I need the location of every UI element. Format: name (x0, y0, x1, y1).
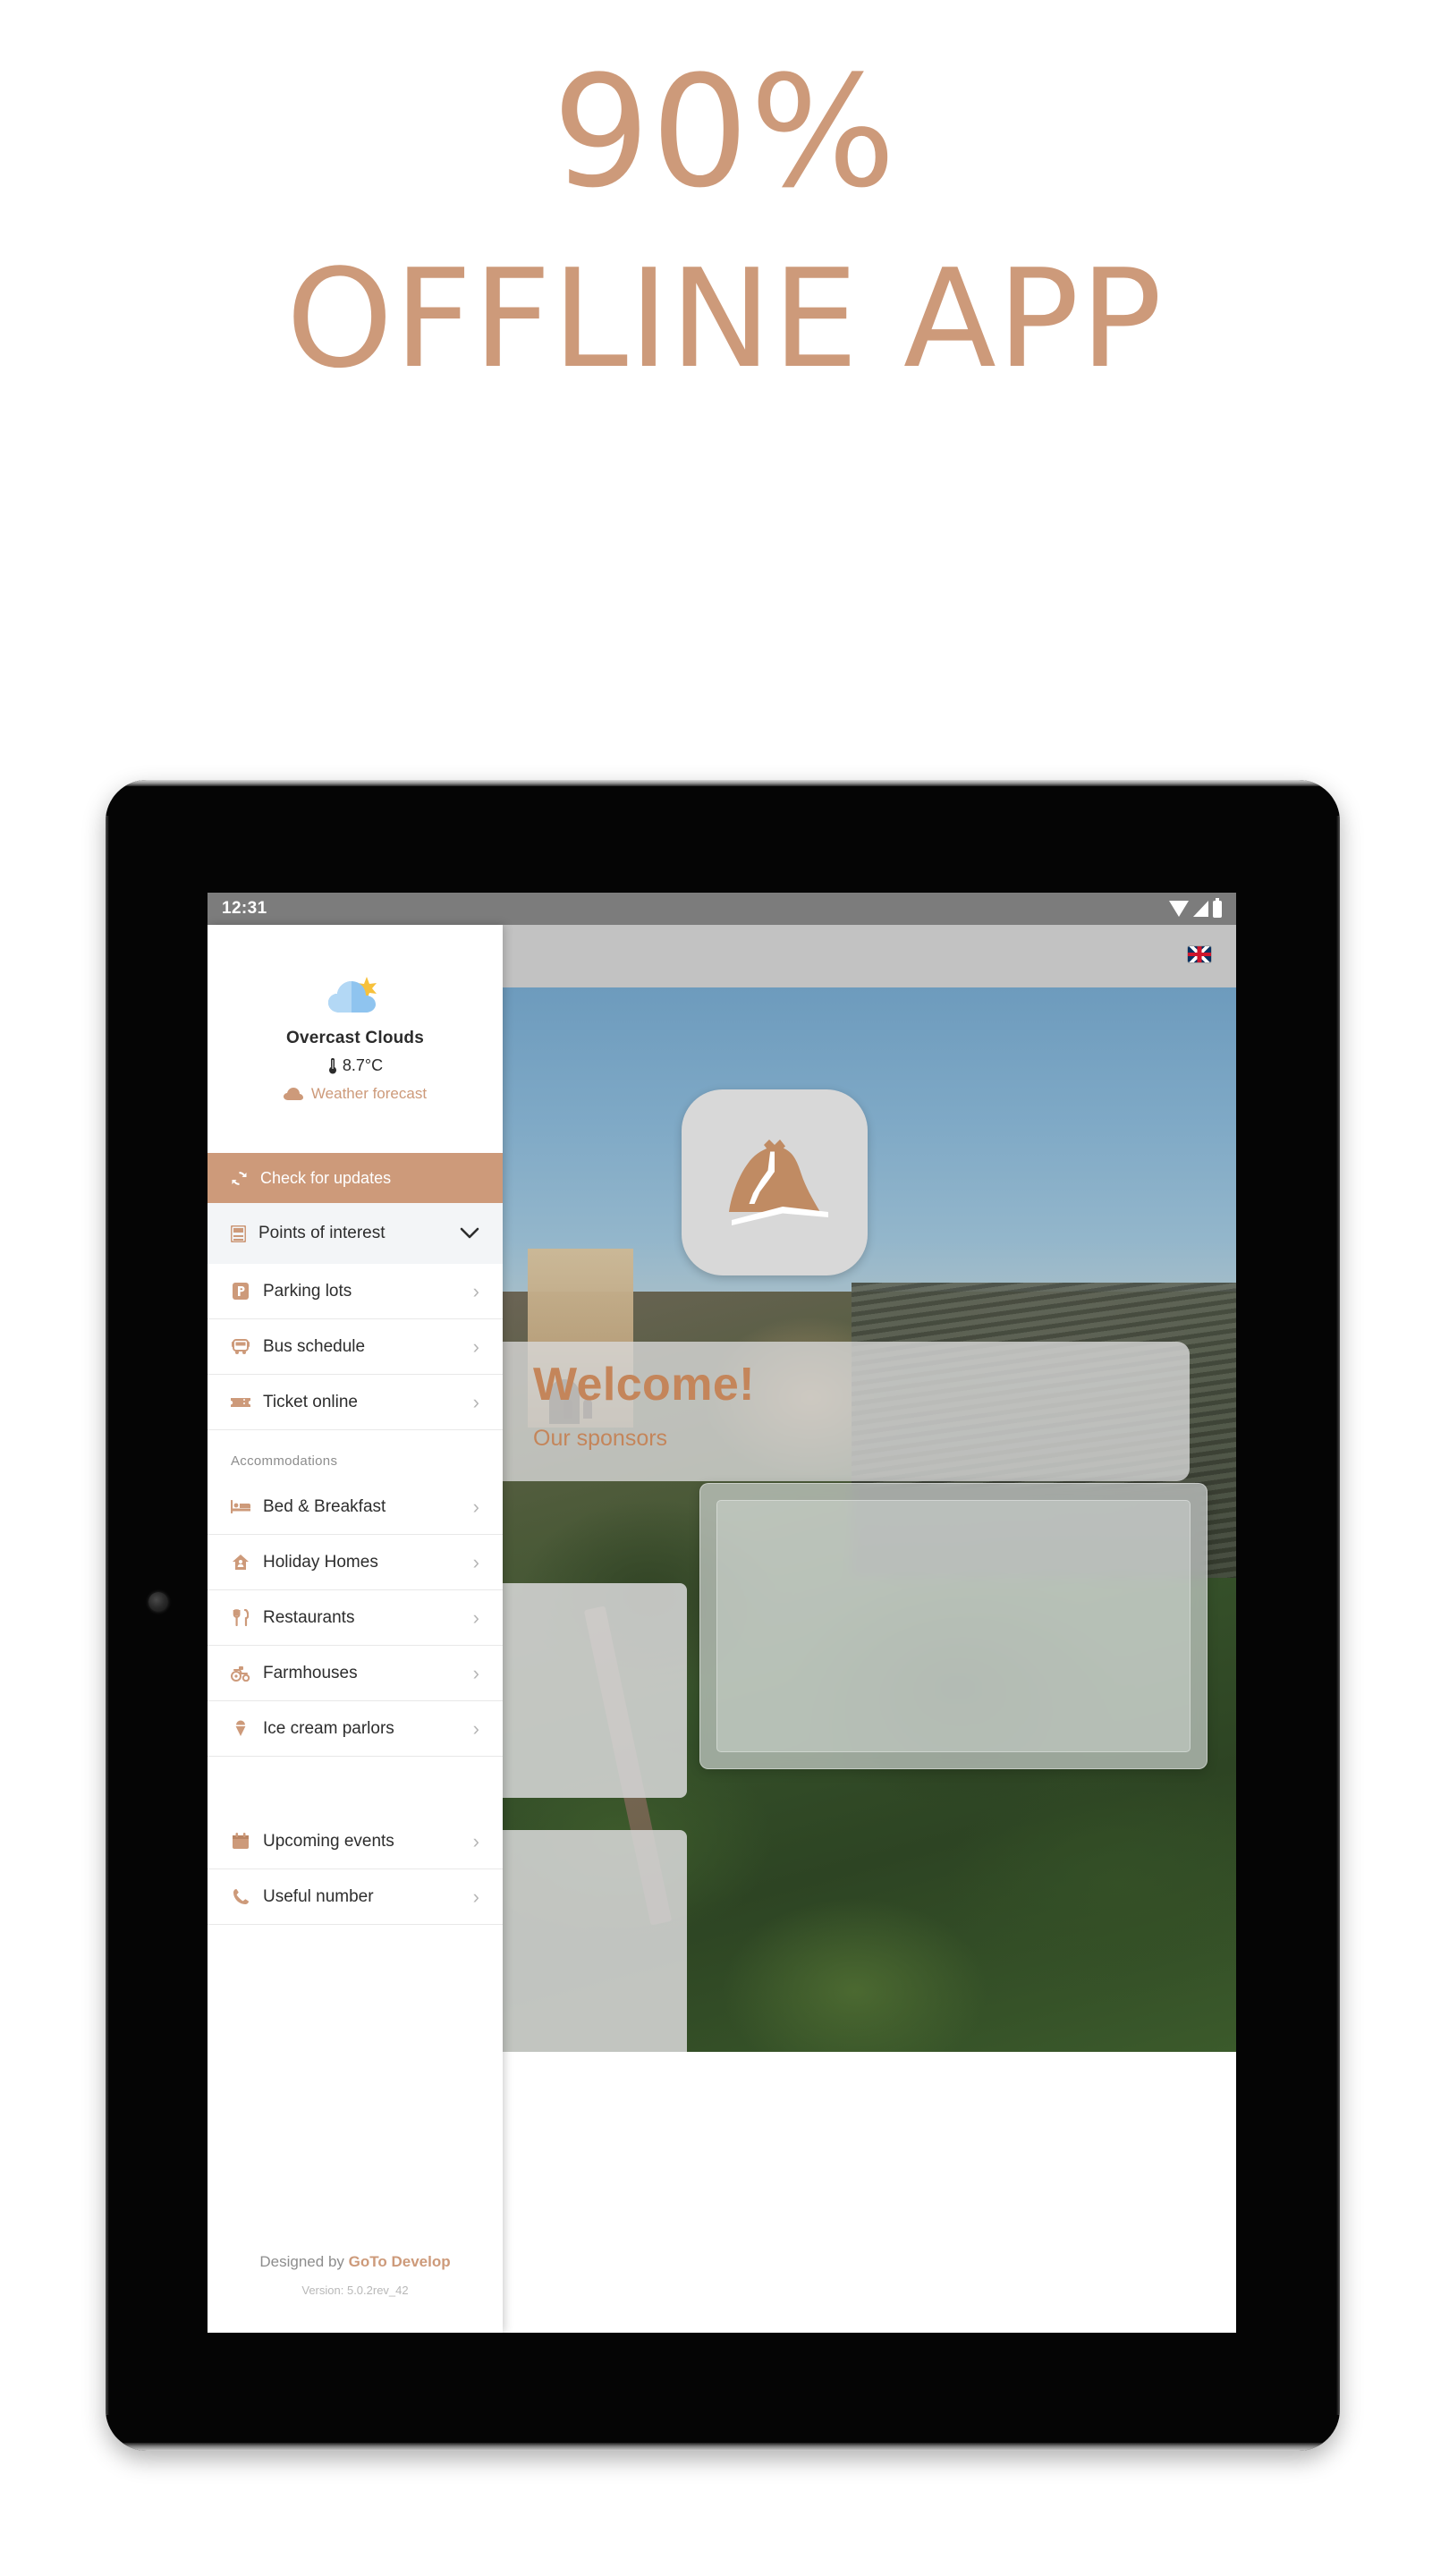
section-header-accommodations: Accommodations (231, 1453, 338, 1469)
sidebar-item-points-of-interest[interactable]: Points of interest (208, 1203, 503, 1264)
device-right-sheen (1336, 816, 1340, 2415)
promo-percent: 90% (552, 42, 897, 222)
sidebar-item-upcoming-events[interactable]: Upcoming events › (208, 1814, 503, 1869)
sidebar-item-label: Holiday Homes (263, 1552, 378, 1572)
sidebar-item-label: Bus schedule (263, 1336, 366, 1356)
welcome-card: Welcome! Our sponsors (503, 1342, 1190, 1481)
drawer-spacer (208, 1757, 503, 1814)
ticket-icon (231, 1396, 250, 1409)
chevron-down-icon (460, 1227, 479, 1239)
device-top-edge (106, 780, 1340, 786)
weather-forecast-label: Weather forecast (310, 1085, 428, 1102)
weather-forecast-link[interactable]: Weather forecast (208, 1085, 503, 1103)
weather-description: Overcast Clouds (286, 1029, 424, 1047)
sidebar-item-label: Upcoming events (263, 1831, 394, 1851)
calendar-icon (231, 1833, 250, 1850)
uk-flag-icon[interactable] (1188, 946, 1211, 962)
cutlery-icon (231, 1609, 250, 1626)
weather-temperature-row: 8.7°C (208, 1056, 503, 1075)
chevron-right-icon: › (472, 1716, 479, 1740)
sidebar-item-bed-and-breakfast[interactable]: Bed & Breakfast › (208, 1479, 503, 1535)
navigation-drawer: Overcast Clouds 8.7°C Weather forecast C… (208, 925, 503, 2333)
device-left-sheen (106, 816, 109, 2415)
phone-icon (231, 1888, 250, 1905)
signal-icon (1193, 901, 1208, 917)
ice-cream-icon (231, 1720, 250, 1737)
android-status-bar: 12:31 (208, 893, 1236, 925)
check-for-updates-button[interactable]: Check for updates (208, 1153, 503, 1203)
promo-headline: 90% OFFLINE APP (0, 42, 1449, 399)
weather-widget: Overcast Clouds 8.7°C Weather forecast (208, 925, 503, 1119)
sidebar-item-ticket-online[interactable]: Ticket online › (208, 1375, 503, 1430)
wifi-icon (1169, 901, 1189, 917)
description-block-upper: order between Castello, which n (503, 1583, 687, 1798)
sidebar-item-ice-cream-parlors[interactable]: Ice cream parlors › (208, 1701, 503, 1757)
sidebar-item-holiday-homes[interactable]: Holiday Homes › (208, 1535, 503, 1590)
sidebar-item-label: Bed & Breakfast (263, 1496, 386, 1516)
sponsor-banner-inner (716, 1500, 1191, 1752)
sidebar-item-label: Restaurants (263, 1607, 355, 1627)
tablet-screen: 12:31 Welcome! Our sponsors Overcast Clo… (208, 893, 1236, 2333)
chevron-right-icon: › (472, 1661, 479, 1684)
drawer-footer: Designed by GoTo Develop Version: 5.0.2r… (208, 2223, 503, 2333)
designed-by-company[interactable]: GoTo Develop (349, 2253, 451, 2270)
sidebar-item-farmhouses[interactable]: Farmhouses › (208, 1646, 503, 1701)
bus-icon (231, 1338, 250, 1355)
sidebar-item-label: Parking lots (263, 1281, 352, 1301)
tractor-icon (231, 1665, 250, 1682)
thermometer-icon (328, 1058, 336, 1074)
status-clock: 12:31 (222, 899, 267, 918)
sidebar-item-label: Points of interest (258, 1224, 386, 1242)
chevron-right-icon: › (472, 1279, 479, 1302)
tablet-device: 12:31 Welcome! Our sponsors Overcast Clo… (106, 780, 1340, 2451)
battery-icon (1213, 897, 1222, 918)
sidebar-item-label: Ice cream parlors (263, 1718, 394, 1738)
app-toolbar (503, 925, 1236, 987)
description-block-lower: a area of Viterbo, s tradition directly (503, 1830, 687, 2052)
chevron-right-icon: › (472, 1606, 479, 1629)
welcome-title: Welcome! (533, 1359, 755, 1411)
sidebar-item-useful-number[interactable]: Useful number › (208, 1869, 503, 1925)
chevron-right-icon: › (472, 1390, 479, 1413)
sidebar-item-restaurants[interactable]: Restaurants › (208, 1590, 503, 1646)
device-bottom-edge (106, 2443, 1340, 2451)
sidebar-item-bus-schedule[interactable]: Bus schedule › (208, 1319, 503, 1375)
chevron-right-icon: › (472, 1495, 479, 1518)
content-below-hero (503, 2052, 1236, 2333)
cloud-icon (283, 1087, 303, 1100)
rock-cliff-logo-icon (729, 1140, 828, 1225)
sponsor-banner[interactable] (699, 1483, 1208, 1769)
chevron-right-icon: › (472, 1550, 479, 1573)
promo-subtitle: OFFLINE APP (285, 240, 1164, 399)
sidebar-item-parking-lots[interactable]: Parking lots › (208, 1264, 503, 1319)
sidebar-item-label: Farmhouses (263, 1663, 358, 1682)
refresh-icon (232, 1171, 247, 1185)
bed-icon (231, 1500, 250, 1513)
app-version: Version: 5.0.2rev_42 (301, 2284, 409, 2297)
sponsors-label: Our sponsors (533, 1426, 668, 1451)
partly-cloudy-icon (328, 977, 377, 1013)
status-icon-group (1169, 897, 1222, 918)
chevron-right-icon: › (472, 1829, 479, 1852)
weather-temperature: 8.7°C (342, 1056, 384, 1074)
designed-by-prefix: Designed by (259, 2253, 349, 2270)
camera-lens-icon (148, 1592, 168, 1612)
chevron-right-icon: › (472, 1335, 479, 1358)
check-for-updates-label: Check for updates (260, 1168, 392, 1187)
book-icon (231, 1224, 246, 1242)
parking-icon (231, 1283, 250, 1300)
designed-by-row: Designed by GoTo Develop (208, 2253, 503, 2271)
home-icon (231, 1554, 250, 1571)
promo-screenshot-page: 90% OFFLINE APP 12:31 Welcome! Our spons… (0, 0, 1449, 2576)
sidebar-item-label: Ticket online (263, 1392, 358, 1411)
hero-photo: Welcome! Our sponsors order between Cast… (503, 987, 1236, 2052)
sidebar-item-label: Useful number (263, 1886, 374, 1906)
app-logo-tile (682, 1089, 868, 1275)
chevron-right-icon: › (472, 1885, 479, 1908)
